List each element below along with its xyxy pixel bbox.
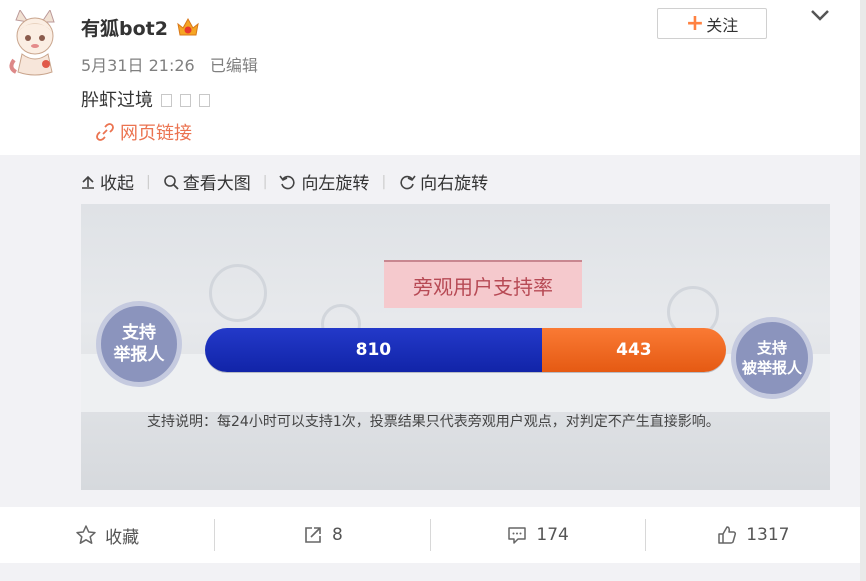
rotate-right-label: 向右旋转 <box>420 174 489 194</box>
web-link-label: 网页链接 <box>120 123 192 144</box>
link-icon <box>96 123 114 141</box>
support-reported-count: 443 <box>616 340 652 360</box>
scrollbar[interactable] <box>860 0 866 581</box>
view-large-button[interactable]: 查看大图 <box>163 169 251 194</box>
comment-icon <box>508 527 527 544</box>
support-reported-bar: 443 <box>541 328 726 372</box>
web-link[interactable]: 网页链接 <box>96 119 192 145</box>
rotate-left-button[interactable]: 向左旋转 <box>279 169 369 194</box>
vip-crown-icon[interactable] <box>176 16 200 38</box>
like-button[interactable]: 1317 <box>646 507 860 563</box>
fox-avatar[interactable] <box>6 8 62 78</box>
view-large-label: 查看大图 <box>182 174 251 194</box>
favorite-button[interactable]: 收藏 <box>0 507 214 563</box>
support-reporter-bar: 810 <box>205 328 542 372</box>
collapse-icon <box>82 175 94 189</box>
action-bar: 收藏 8 174 1317 <box>0 507 860 563</box>
plus-icon: + <box>685 10 705 36</box>
support-reporter-count: 810 <box>355 340 392 360</box>
toolbar-separator: | <box>146 173 151 190</box>
toolbar-separator: | <box>262 173 268 190</box>
post-text: 肸虾过境 <box>81 86 210 112</box>
bottom-strip <box>0 563 860 581</box>
repost-button[interactable]: 8 <box>215 507 429 563</box>
rotate-right-icon <box>400 175 416 189</box>
rotate-right-button[interactable]: 向右旋转 <box>398 169 488 194</box>
thumbs-up-icon <box>718 526 737 544</box>
favorite-label: 收藏 <box>105 527 140 548</box>
chevron-down-icon[interactable] <box>808 6 832 24</box>
right-label-1: 支持 <box>756 339 787 357</box>
username[interactable]: 有狐bot2 <box>81 14 168 41</box>
post-image[interactable]: 旁观用户支持率 支持 举报人 810 443 支持 被举报人 支持说明：每24小… <box>81 204 830 490</box>
edited-label: 已编辑 <box>209 56 258 75</box>
post-text-content: 肸虾过境 <box>81 90 153 111</box>
follow-label: 关注 <box>706 15 739 35</box>
like-count: 1317 <box>746 525 790 545</box>
comment-button[interactable]: 174 <box>431 507 645 563</box>
left-label-2: 举报人 <box>113 345 165 365</box>
repost-count: 8 <box>331 525 343 545</box>
left-circle: 支持 举报人 <box>96 301 182 387</box>
share-icon <box>305 527 321 543</box>
missing-glyph <box>180 94 191 107</box>
image-title: 旁观用户支持率 <box>384 260 582 308</box>
collapse-button[interactable]: 收起 <box>80 169 134 194</box>
rotate-left-label: 向左旋转 <box>301 174 370 194</box>
image-description: 支持说明：每24小时可以支持1次，投票结果只代表旁观用户观点，对判定不产生直接影… <box>147 414 720 430</box>
post-date[interactable]: 5月31日 21:26 <box>81 56 195 75</box>
search-icon <box>163 174 179 190</box>
ghost-icon <box>209 264 267 322</box>
star-icon <box>76 525 96 544</box>
right-label-2: 被举报人 <box>741 359 802 377</box>
right-circle: 支持 被举报人 <box>731 317 813 399</box>
missing-glyph <box>199 94 210 107</box>
support-bar: 810 443 <box>205 328 726 372</box>
rotate-left-icon <box>279 175 296 189</box>
left-label-1: 支持 <box>122 323 156 343</box>
toolbar-separator: | <box>381 173 387 190</box>
comment-count: 174 <box>536 525 569 545</box>
image-toolbar: 收起 | 查看大图 | 向左旋转 | 向右旋转 <box>80 169 488 194</box>
post-meta: 5月31日 21:26 已编辑 <box>81 52 268 76</box>
collapse-label: 收起 <box>100 174 134 194</box>
missing-glyph <box>161 94 172 107</box>
follow-button[interactable]: + 关注 <box>657 8 767 39</box>
media-panel: 收起 | 查看大图 | 向左旋转 | 向右旋转 旁观用户支持率 支持 举报人 8… <box>0 155 860 507</box>
weibo-post-card: 有狐bot2 5月31日 21:26 已编辑 + 关注 肸虾过境 网页链接 收起… <box>0 0 860 581</box>
